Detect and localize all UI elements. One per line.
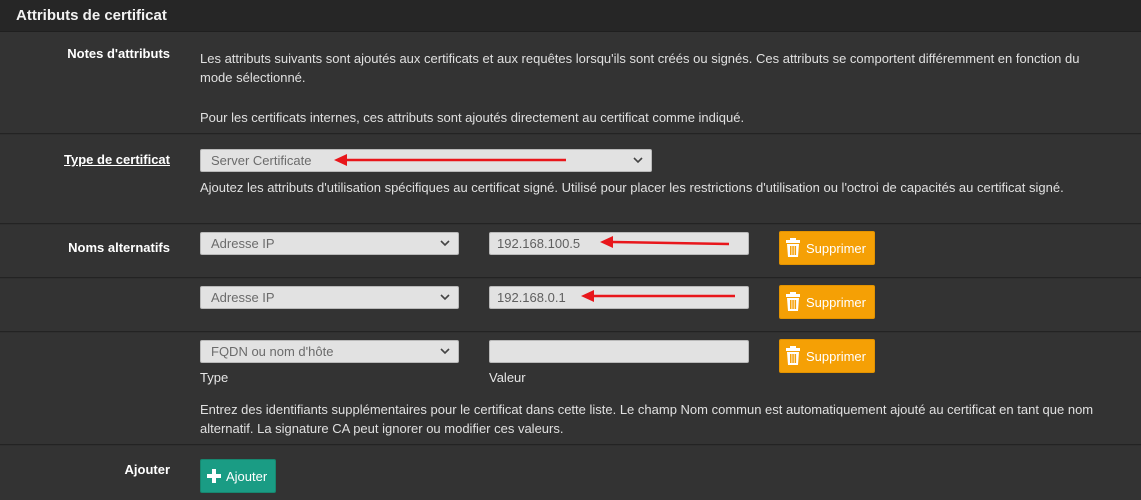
chevron-down-icon xyxy=(440,348,450,355)
delete-button-label-2: Supprimer xyxy=(806,294,866,310)
alt-name-type-select-1[interactable]: Adresse IP xyxy=(200,232,459,255)
type-caption: Type xyxy=(200,370,229,385)
notes-text-2: Pour les certificats internes, ces attri… xyxy=(200,110,745,125)
alt-name-value-input-1[interactable]: 192.168.100.5 xyxy=(489,232,749,255)
trash-icon xyxy=(786,292,800,311)
delete-button-label-1: Supprimer xyxy=(806,240,866,256)
chevron-down-icon xyxy=(440,240,450,247)
cert-type-select[interactable]: Server Certificate xyxy=(200,149,652,172)
alt-name-value-input-2[interactable]: 192.168.0.1 xyxy=(489,286,749,309)
notes-label: Notes d'attributs xyxy=(67,46,170,61)
alt-name-type-value-1: Adresse IP xyxy=(211,236,275,251)
alt-name-row-1: Noms alternatifs Adresse IP 192.168.100.… xyxy=(0,225,1141,278)
add-row: Ajouter Ajouter xyxy=(0,446,1141,500)
chevron-down-icon xyxy=(633,157,643,164)
add-label: Ajouter xyxy=(124,462,171,477)
chevron-down-icon xyxy=(440,294,450,301)
alt-name-type-value-2: Adresse IP xyxy=(211,290,275,305)
cert-type-select-value: Server Certificate xyxy=(211,153,312,168)
delete-button-label-3: Supprimer xyxy=(806,348,866,364)
alt-name-value-input-3[interactable] xyxy=(489,340,749,363)
add-button-label: Ajouter xyxy=(226,468,268,484)
delete-button-2[interactable]: Supprimer xyxy=(779,285,875,319)
trash-icon xyxy=(786,238,800,257)
delete-button-1[interactable]: Supprimer xyxy=(779,231,875,265)
trash-icon xyxy=(786,346,800,365)
alt-names-help: Entrez des identifiants supplémentaires … xyxy=(200,402,1094,436)
alt-name-type-select-2[interactable]: Adresse IP xyxy=(200,286,459,309)
plus-icon xyxy=(207,469,221,483)
delete-button-3[interactable]: Supprimer xyxy=(779,339,875,373)
value-caption: Valeur xyxy=(489,370,526,385)
cert-type-label[interactable]: Type de certificat xyxy=(64,152,170,167)
alt-name-row-3: FQDN ou nom d'hôte Supprimer Type Valeur… xyxy=(0,333,1141,445)
panel-title: Attributs de certificat xyxy=(0,0,1141,32)
alt-name-type-value-3: FQDN ou nom d'hôte xyxy=(211,344,334,359)
alt-names-label: Noms alternatifs xyxy=(68,240,170,255)
cert-type-row: Type de certificat Server Certificate Aj… xyxy=(0,135,1141,224)
alt-name-type-select-3[interactable]: FQDN ou nom d'hôte xyxy=(200,340,459,363)
alt-name-row-2: Adresse IP 192.168.0.1 Supprimer xyxy=(0,279,1141,332)
cert-type-help: Ajoutez les attributs d'utilisation spéc… xyxy=(200,180,1064,195)
notes-row: Notes d'attributs Les attributs suivants… xyxy=(0,32,1141,134)
add-button[interactable]: Ajouter xyxy=(200,459,276,493)
notes-text-1: Les attributs suivants sont ajoutés aux … xyxy=(200,51,1080,85)
